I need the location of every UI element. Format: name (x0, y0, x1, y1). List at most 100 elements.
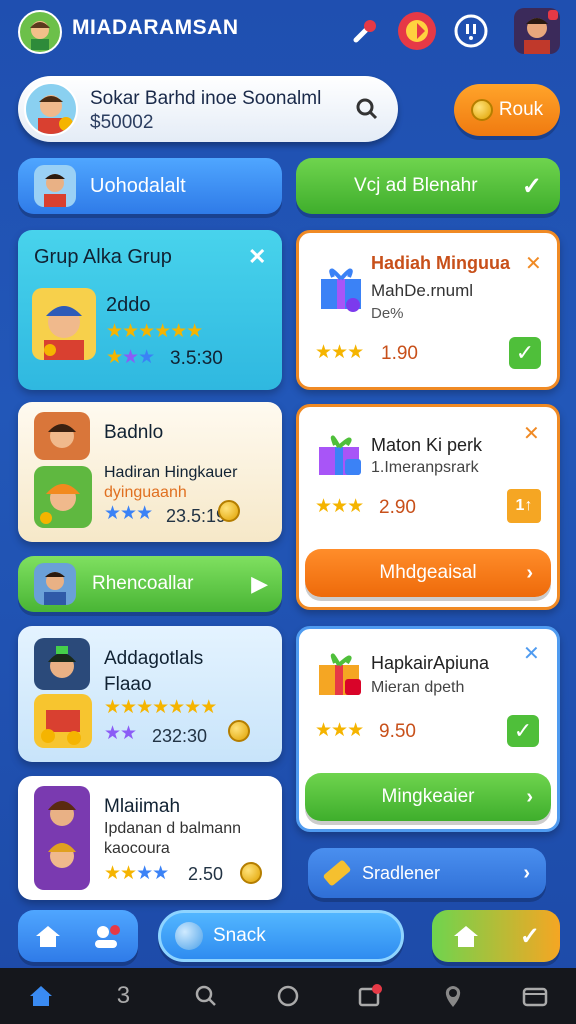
reward-title-1: Hadiah Minguua (371, 253, 510, 273)
mlaiimah-card[interactable]: Mlaiimah Ipdanan d balmann kaocoura ★★★★… (18, 776, 282, 900)
round-button[interactable]: Rouk (454, 84, 560, 136)
profile-name: Sokar Barhd inoe Soonalml (90, 88, 322, 109)
addagotlals-title: Addagotlals (104, 648, 204, 669)
level-badge-icon: 1↑ (507, 489, 541, 523)
badnlo-line2: dyinguaanh (104, 484, 187, 501)
badnlo-card[interactable]: Badnlo Hadiran Hingkauer dyinguaanh ★★★ … (18, 402, 282, 542)
reward-card-1[interactable]: Hadiah Minguua ✕ MahDe.rnuml De% ★★★ 1.9… (296, 230, 560, 390)
green-bar-button[interactable]: Rhencoallar ▶ (18, 556, 282, 612)
coin-icon (240, 862, 262, 884)
close-icon[interactable]: ✕ (248, 244, 266, 270)
reward-sub1-1: MahDe.rnuml (371, 281, 474, 300)
home-icon[interactable] (21, 976, 61, 1016)
badnlo-title: Badnlo (104, 422, 164, 443)
close-icon[interactable]: ✕ (523, 421, 540, 446)
rating-stars-small: ★★★ (106, 347, 155, 368)
left-row-button-label: Uohodalalt (90, 174, 186, 197)
notification-icon[interactable] (350, 976, 390, 1016)
snack-search-button[interactable]: Snack (158, 910, 404, 962)
group-card[interactable]: Grup Alka Grup ✕ 2ddo ★★★★★★ ★★★ 3.5:30 (18, 230, 282, 390)
rating-stars: ★★★ (315, 496, 364, 517)
close-icon[interactable]: ✕ (525, 251, 542, 276)
character-avatar (34, 786, 90, 890)
profile-search-bar[interactable]: Sokar Barhd inoe Soonalml $50002 (18, 76, 398, 142)
addagotlals-card[interactable]: Addagotlals Flaao ★★★★★★★ ★★ 232:30 (18, 626, 282, 762)
coin-icon (228, 720, 250, 742)
gift-icon (315, 429, 365, 484)
mlaiimah-title: Mlaiimah (104, 796, 181, 817)
right-row-button[interactable]: Vcj ad Blenahr ✓ (296, 158, 560, 214)
reward-button-2[interactable]: Mhdgeaisal › (305, 549, 551, 597)
play-icon: ▶ (251, 571, 268, 596)
search-icon[interactable] (186, 976, 226, 1016)
group-line1: 2ddo (106, 294, 151, 316)
round-button-label: Rouk (498, 99, 544, 120)
snack-label: Snack (213, 925, 266, 946)
reward-button-label-2: Mhdgeaisal (379, 562, 477, 583)
reward-sub2-1: De% (371, 305, 404, 322)
reward-button-3[interactable]: Mingkeaier › (305, 773, 551, 821)
group-card-title: Grup Alka Grup (34, 246, 172, 268)
check-badge-icon: ✓ (507, 715, 539, 747)
reward-title-2: Maton Ki perk (371, 435, 483, 455)
addagotlals-line1: Flaao (104, 674, 152, 695)
check-icon: ✓ (521, 172, 542, 200)
app-logo-avatar[interactable] (18, 10, 62, 54)
character-avatar (34, 638, 90, 690)
wallet-icon[interactable] (515, 976, 555, 1016)
rating-stars: ★★★ (104, 503, 153, 524)
character-avatar (34, 412, 90, 460)
addagotlals-value: 232:30 (152, 726, 208, 746)
green-bar-label: Rhencoallar (92, 573, 194, 594)
reward-card-2[interactable]: Maton Ki perk ✕ 1.Imeranpsrark ★★★ 2.90 … (296, 404, 560, 610)
user-avatar-icon[interactable] (514, 8, 560, 54)
character-avatar (32, 288, 96, 360)
bottom-navbar: 3 (0, 968, 576, 1024)
avatar-icon (30, 21, 50, 50)
reward-sub1-2: 1.Imeranpsrark (371, 459, 479, 476)
home-icon (35, 926, 60, 947)
reward-value-1: 1.90 (381, 343, 418, 364)
rating-stars: ★★★ (315, 342, 364, 363)
tool-icon[interactable] (346, 12, 384, 50)
rating-stars: ★★★★ (104, 863, 169, 884)
reward-button-label-3: Mingkeaier (381, 786, 475, 807)
gift-icon (315, 647, 365, 704)
left-row-button[interactable]: Uohodalalt (18, 158, 282, 214)
mlaiimah-value: 2.50 (188, 864, 224, 884)
search-bubble-icon (175, 922, 203, 950)
reward-value-3: 9.50 (379, 721, 416, 742)
home-check-button[interactable]: ✓ (432, 910, 560, 962)
character-avatar (34, 466, 92, 528)
coin-icon (470, 99, 493, 121)
character-avatar (34, 563, 76, 605)
search-icon[interactable] (354, 96, 380, 127)
ticket-icon (322, 859, 352, 887)
reward-card-3[interactable]: HapkairApiuna ✕ Mieran dpeth ★★★ 9.50 ✓ … (296, 626, 560, 832)
mlaiimah-line1: Ipdanan d balmann (104, 820, 241, 837)
circle-icon[interactable] (268, 976, 308, 1016)
chevron-right-icon: › (523, 861, 530, 884)
character-avatar (34, 165, 76, 207)
rating-stars: ★★★ (315, 720, 364, 741)
close-icon[interactable]: ✕ (523, 641, 540, 666)
reward-sub1-3: Mieran dpeth (371, 679, 465, 696)
sradlener-button[interactable]: Sradlener › (308, 848, 546, 898)
check-badge-icon: ✓ (509, 337, 541, 369)
treasure-icon (34, 694, 92, 748)
app-title: MIADARAMSAN (72, 16, 239, 39)
chevron-right-icon: › (526, 561, 533, 584)
location-icon[interactable] (433, 976, 473, 1016)
reward-title-3: HapkairApiuna (371, 653, 490, 673)
info-icon[interactable] (452, 12, 490, 50)
fire-badge-icon[interactable] (398, 12, 436, 50)
sradlener-label: Sradlener (362, 862, 441, 883)
home-friends-button[interactable] (18, 910, 138, 962)
profile-balance: $50002 (90, 112, 154, 133)
3-icon[interactable]: 3 (103, 976, 143, 1016)
right-row-button-label: Vcj ad Blenahr (354, 175, 478, 196)
friends-icon (94, 925, 120, 948)
chevron-right-icon: › (526, 785, 533, 808)
rating-stars-small: ★★ (104, 723, 137, 744)
mlaiimah-line2: kaocoura (104, 840, 170, 857)
